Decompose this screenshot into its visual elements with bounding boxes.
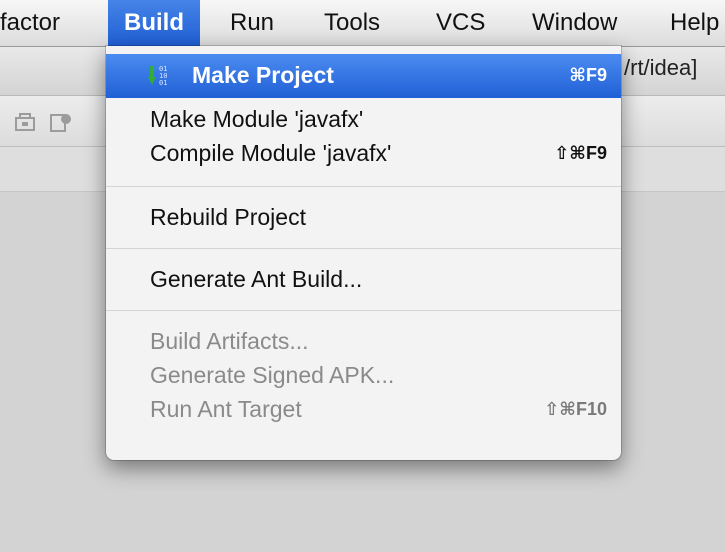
menu-tools[interactable]: Tools — [324, 0, 380, 46]
menu-item-label: Generate Signed APK... — [150, 362, 395, 388]
menu-build[interactable]: Build — [108, 0, 200, 46]
menu-separator — [106, 186, 621, 187]
build-menu-dropdown: 01 10 01 Make Project ⌘F9 Make Module 'jav… — [106, 46, 621, 460]
menu-run[interactable]: Run — [230, 0, 274, 46]
menu-item-shortcut: ⇧⌘F9 — [554, 143, 607, 163]
menu-item-compile-module[interactable]: Compile Module 'javafx' ⇧⌘F9 — [106, 132, 621, 176]
menu-item-generate-ant-build[interactable]: Generate Ant Build... — [106, 258, 621, 302]
menu-item-shortcut: ⌘F9 — [569, 65, 607, 85]
menu-item-run-ant-target: Run Ant Target ⇧⌘F10 — [106, 388, 621, 432]
archive-icon[interactable] — [15, 113, 35, 131]
menu-item-label: Make Project — [192, 62, 334, 88]
menu-item-shortcut: ⇧⌘F10 — [544, 399, 607, 419]
path-text[interactable]: /rt/idea] — [624, 55, 697, 81]
menu-item-rebuild-project[interactable]: Rebuild Project — [106, 196, 621, 240]
menu-item-label: Compile Module 'javafx' — [150, 140, 392, 166]
make-project-icon: 01 10 01 — [148, 66, 170, 88]
menu-window[interactable]: Window — [532, 0, 617, 46]
menu-item-make-project[interactable]: 01 10 01 Make Project ⌘F9 — [106, 54, 621, 98]
menu-item-label: Generate Ant Build... — [150, 266, 363, 292]
menu-separator — [106, 248, 621, 249]
menubar: factor Build Run Tools VCS Window Help — [0, 0, 725, 47]
menu-refactor[interactable]: factor — [0, 0, 60, 46]
menu-vcs[interactable]: VCS — [436, 0, 485, 46]
menu-item-label: Rebuild Project — [150, 204, 306, 230]
menu-item-label: Run Ant Target — [150, 396, 302, 422]
menu-separator — [106, 310, 621, 311]
menu-help[interactable]: Help — [670, 0, 719, 46]
structure-icon[interactable] — [50, 113, 71, 132]
menu-item-label: Build Artifacts... — [150, 328, 309, 354]
menu-item-label: Make Module 'javafx' — [150, 106, 364, 132]
